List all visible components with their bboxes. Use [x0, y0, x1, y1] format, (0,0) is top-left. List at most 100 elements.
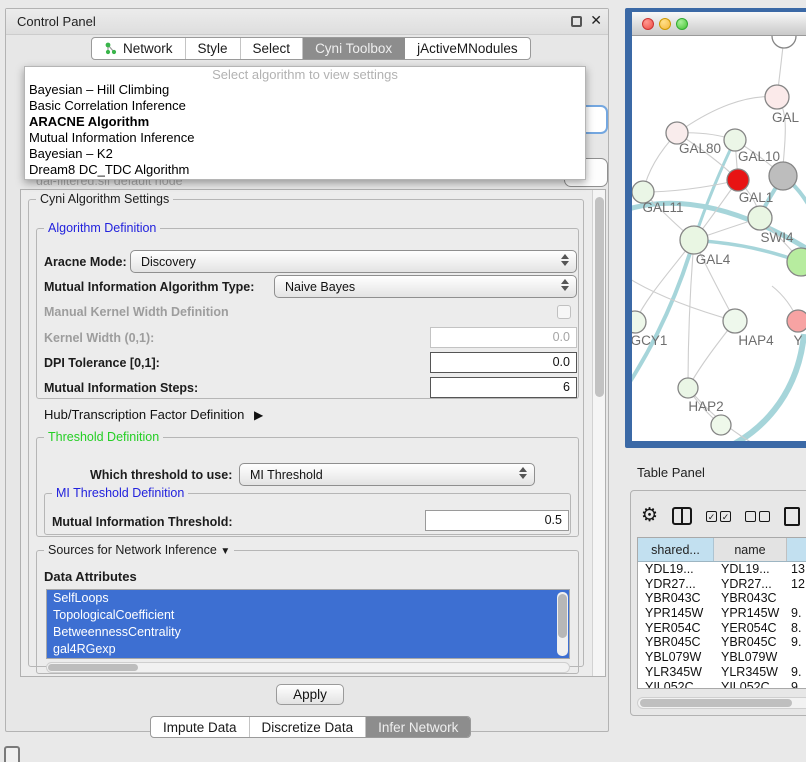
attribute-item[interactable]: BetweennessCentrality	[47, 624, 569, 641]
table-cell[interactable]: YPR145W	[638, 606, 714, 621]
table-cell[interactable]	[787, 591, 806, 606]
algorithm-option[interactable]: Mutual Information Inference	[25, 130, 585, 146]
table-cell[interactable]: YPR145W	[714, 606, 787, 621]
table-row[interactable]: YBL079WYBL079W	[638, 650, 806, 665]
table-hscrollbar[interactable]	[637, 697, 806, 709]
tab-network[interactable]: Network	[92, 38, 186, 59]
network-node[interactable]	[748, 206, 772, 230]
network-node[interactable]	[678, 378, 698, 398]
table-cell[interactable]: YDL19...	[638, 562, 714, 577]
data-attributes-list[interactable]: SelfLoopsTopologicalCoefficientBetweenne…	[46, 589, 570, 659]
mi-type-combo[interactable]: Naive Bayes	[274, 275, 577, 298]
network-node[interactable]	[723, 309, 747, 333]
attributes-hscrollbar[interactable]	[46, 662, 570, 673]
network-node[interactable]	[765, 85, 789, 109]
tab-select[interactable]: Select	[241, 38, 304, 59]
network-node[interactable]	[769, 162, 797, 190]
table-cell[interactable]: YBR043C	[638, 591, 714, 606]
table-cell[interactable]: YDL19...	[714, 562, 787, 577]
algorithm-option[interactable]: Bayesian – Hill Climbing	[25, 82, 585, 98]
network-canvas[interactable]: GALGAL80GAL10GAL1GAL11GAL4SWI4GCY1HAP4YH…	[632, 36, 806, 441]
table-cell[interactable]: YDR27...	[714, 577, 787, 592]
table-row[interactable]: YBR045CYBR045C9.	[638, 635, 806, 650]
mi-steps-field[interactable]: 6	[430, 377, 577, 398]
table-row[interactable]: YPR145WYPR145W9.	[638, 606, 806, 621]
table-cell[interactable]: YER054C	[638, 621, 714, 636]
table-column-header[interactable]: shared...	[638, 538, 714, 561]
network-node[interactable]	[680, 226, 708, 254]
table-column-header[interactable]: name	[714, 538, 787, 561]
manual-kernel-checkbox[interactable]	[557, 305, 571, 319]
kernel-width-field[interactable]: 0.0	[430, 327, 577, 348]
network-node[interactable]	[787, 248, 806, 276]
export-table-icon[interactable]	[784, 507, 800, 526]
attributes-scrollbar-thumb[interactable]	[558, 594, 567, 638]
float-window-icon[interactable]	[571, 16, 582, 27]
mac-close-icon[interactable]	[642, 18, 654, 30]
settings-scrollbar-thumb[interactable]	[595, 197, 604, 397]
network-node[interactable]	[787, 310, 806, 332]
table-cell[interactable]: 9.	[787, 606, 806, 621]
network-view-window[interactable]: GALGAL80GAL10GAL1GAL11GAL4SWI4GCY1HAP4YH…	[625, 8, 806, 448]
algorithm-option[interactable]: Bayesian – K2	[25, 146, 585, 162]
aracne-mode-combo[interactable]: Discovery	[130, 250, 577, 273]
gear-icon[interactable]: ⚙	[641, 506, 658, 526]
network-node[interactable]	[727, 169, 749, 191]
table-cell[interactable]: 9.	[787, 665, 806, 680]
mac-zoom-icon[interactable]	[676, 18, 688, 30]
table-row[interactable]: YER054CYER054C8.	[638, 621, 806, 636]
network-window-titlebar[interactable]	[632, 12, 806, 36]
collapsed-panel-icon[interactable]	[4, 746, 20, 762]
network-node[interactable]	[632, 311, 646, 333]
which-threshold-combo[interactable]: MI Threshold	[239, 463, 535, 486]
tab-discretize-data[interactable]: Discretize Data	[250, 717, 367, 737]
attribute-item[interactable]: SelfLoops	[47, 590, 569, 607]
table-cell[interactable]: YBR043C	[714, 591, 787, 606]
table-cell[interactable]: 9.	[787, 635, 806, 650]
table-cell[interactable]: YLR345W	[638, 665, 714, 680]
table-cell[interactable]: YBR045C	[638, 635, 714, 650]
table-row[interactable]: YBR043CYBR043C	[638, 591, 806, 606]
table-row[interactable]: YDL19...YDL19...13	[638, 562, 806, 577]
network-node[interactable]	[711, 415, 731, 435]
table-row[interactable]: YLR345WYLR345W9.	[638, 665, 806, 680]
attributes-scrollbar[interactable]	[557, 592, 568, 656]
algorithm-option[interactable]: ARACNE Algorithm	[25, 114, 585, 130]
column-layout-icon[interactable]	[672, 507, 692, 525]
attribute-item[interactable]: gal4RGexp	[47, 641, 569, 658]
table-cell[interactable]	[787, 650, 806, 665]
table-row[interactable]: YIL052CYIL052C9.	[638, 680, 806, 689]
table-cell[interactable]: YDR27...	[638, 577, 714, 592]
algorithm-option[interactable]: Basic Correlation Inference	[25, 98, 585, 114]
network-node[interactable]	[724, 129, 746, 151]
close-icon[interactable]: ✕	[590, 12, 602, 29]
table-cell[interactable]: YER054C	[714, 621, 787, 636]
table-cell[interactable]: YIL052C	[638, 680, 714, 689]
network-node[interactable]	[772, 36, 796, 48]
table-cell[interactable]: YIL052C	[714, 680, 787, 689]
hub-definition-expander[interactable]: Hub/Transcription Factor Definition ▶	[44, 407, 263, 422]
table-row[interactable]: YDR27...YDR27...12	[638, 577, 806, 592]
table-cell[interactable]: 12	[787, 577, 806, 592]
table-cell[interactable]: YBR045C	[714, 635, 787, 650]
select-all-columns-icon[interactable]: ✓✓	[706, 511, 731, 522]
table-cell[interactable]: 13	[787, 562, 806, 577]
settings-scrollbar[interactable]	[592, 190, 605, 676]
table-cell[interactable]: 9.	[787, 680, 806, 689]
dpi-tolerance-field[interactable]: 0.0	[430, 352, 577, 373]
algorithm-option[interactable]: Dream8 DC_TDC Algorithm	[25, 162, 585, 178]
table-cell[interactable]: YBL079W	[638, 650, 714, 665]
tab-cyni-toolbox[interactable]: Cyni Toolbox	[303, 38, 405, 59]
tab-impute-data[interactable]: Impute Data	[151, 717, 250, 737]
mac-minimize-icon[interactable]	[659, 18, 671, 30]
table-cell[interactable]: YBL079W	[714, 650, 787, 665]
table-cell[interactable]: 8.	[787, 621, 806, 636]
attributes-hscrollbar-thumb[interactable]	[48, 664, 138, 671]
attribute-item[interactable]: TopologicalCoefficient	[47, 607, 569, 624]
sources-group-title[interactable]: Sources for Network Inference ▼	[44, 543, 234, 557]
apply-button[interactable]: Apply	[276, 684, 344, 705]
deselect-all-columns-icon[interactable]	[745, 511, 770, 522]
tab-jactivemnodules[interactable]: jActiveMNodules	[405, 38, 530, 59]
table-column-header[interactable]	[787, 538, 806, 561]
mi-threshold-field[interactable]: 0.5	[425, 510, 569, 531]
